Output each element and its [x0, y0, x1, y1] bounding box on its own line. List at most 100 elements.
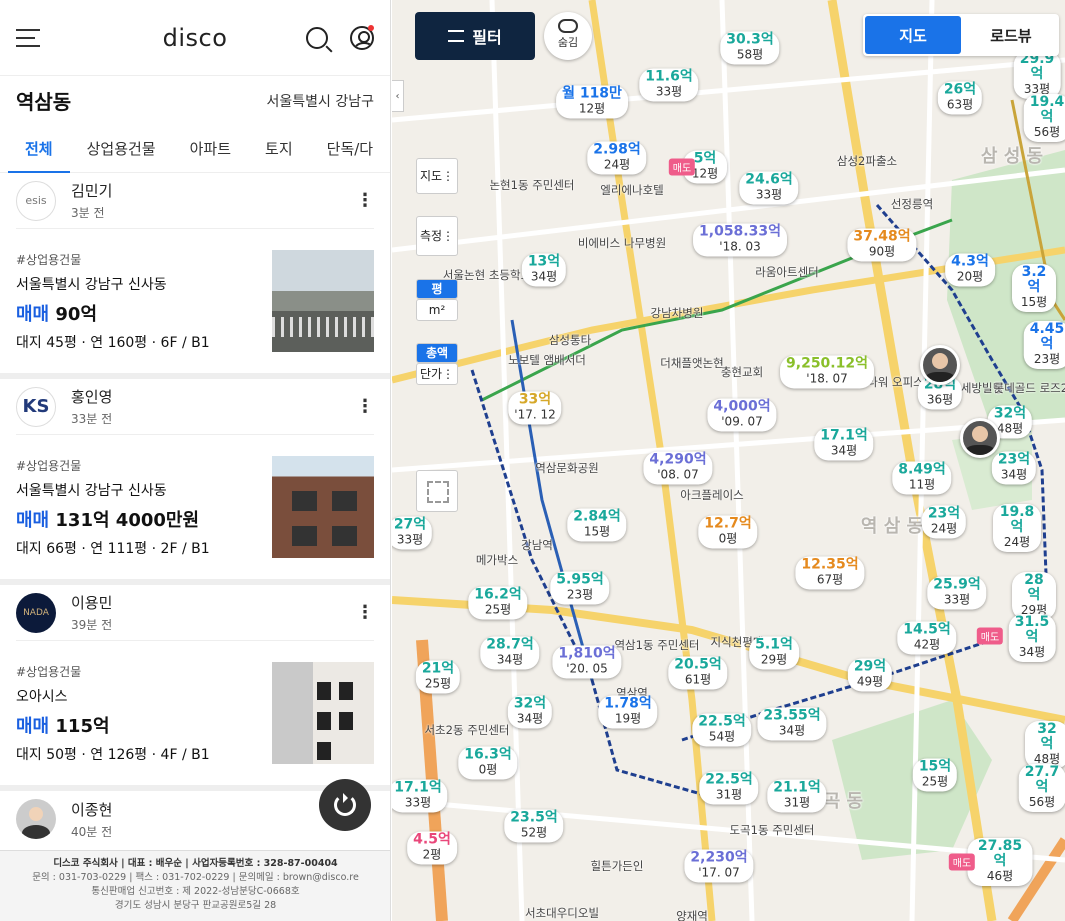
filter-button[interactable]: 필터	[415, 12, 535, 60]
map-type-button[interactable]: 지도⋮	[416, 158, 458, 194]
pin-price: 25.9억	[933, 576, 981, 593]
listing-category: #상업용건물	[16, 252, 82, 267]
collapse-panel-button[interactable]: ‹	[392, 80, 404, 112]
agent-marker[interactable]	[920, 345, 960, 385]
price-pin[interactable]: 32억 34평	[507, 695, 553, 729]
unit-pyeong-button[interactable]: 평	[416, 279, 458, 299]
price-pin[interactable]: 20.5억 61평	[668, 656, 728, 690]
price-pin[interactable]: 32억 48평	[1025, 721, 1065, 769]
refresh-button[interactable]	[319, 779, 371, 831]
price-pin[interactable]: 30.3억 58평	[720, 31, 780, 65]
price-pin[interactable]: 9,250.12억 '18. 07	[780, 355, 874, 389]
price-pin[interactable]: 4.5억 2평	[407, 831, 457, 865]
price-pin[interactable]: 16.3억 0평	[458, 746, 518, 780]
price-pin[interactable]: 23.55억 34평	[757, 707, 827, 741]
price-pin[interactable]: 2,230억 '17. 07	[684, 849, 754, 883]
price-pin[interactable]: 22.5억 31평	[699, 771, 759, 805]
more-options-icon[interactable]: ⋮	[356, 396, 374, 417]
more-options-icon[interactable]: ⋮	[356, 190, 374, 211]
price-pin[interactable]: 4.3억 20평	[945, 253, 995, 287]
price-pin[interactable]: 27.85억 46평	[967, 838, 1033, 886]
price-pin[interactable]: 16.2억 25평	[468, 586, 528, 620]
pin-price: 14.5억	[903, 621, 951, 638]
price-pin[interactable]: 26억 63평	[937, 81, 983, 115]
agent-marker[interactable]	[960, 418, 1000, 458]
price-pin[interactable]: 5.95억 23평	[550, 571, 610, 605]
roadview-button[interactable]: 로드뷰	[963, 14, 1059, 56]
tab-land[interactable]: 토지	[248, 125, 310, 173]
price-pin[interactable]: 1,058.33억 '18. 03	[693, 223, 787, 257]
price-pin[interactable]: 19.8억 24평	[993, 504, 1041, 552]
tab-house[interactable]: 단독/다	[310, 125, 390, 173]
listing-card[interactable]: esis 김민기 3분 전 ⋮ #상업용건물 서울특별시 강남구 신사동 매매 …	[0, 173, 390, 379]
unit-price-button[interactable]: 단가⋮	[416, 363, 458, 385]
pin-price: 4.5억	[413, 831, 451, 848]
price-pin[interactable]: 29억 49평	[847, 658, 893, 692]
listing-photo[interactable]	[272, 456, 374, 558]
listing-photo[interactable]	[272, 250, 374, 352]
price-pin[interactable]: 27.7억 56평	[1018, 764, 1065, 812]
pin-price: 26억	[943, 81, 977, 98]
price-pin[interactable]: 4,290억 '08. 07	[643, 451, 713, 485]
price-pin[interactable]: 월 118만 12평	[556, 85, 628, 119]
price-pin[interactable]: 23.5억 52평	[504, 809, 564, 843]
tab-all[interactable]: 전체	[8, 125, 70, 173]
price-pin[interactable]: 3.2억 15평	[1012, 264, 1056, 312]
tab-apartment[interactable]: 아파트	[173, 125, 248, 173]
price-pin[interactable]: 13억 34평	[521, 253, 567, 287]
price-pin[interactable]: 11.6억 33평	[639, 68, 699, 102]
unit-m2-button[interactable]: m²	[416, 299, 458, 321]
price-pin[interactable]: 1.78억 19평	[598, 695, 658, 729]
price-pin[interactable]: 4,000억 '09. 07	[707, 398, 777, 432]
price-pin[interactable]: 1,810억 '20. 05	[552, 645, 622, 679]
map-view[interactable]: 선정릉역 삼성2파출소 논현1동 주민센터 엘리에나호텔 비에비스 나무병원 서울논현 초…	[392, 0, 1065, 921]
price-pin[interactable]: 15억 25평	[912, 758, 958, 792]
listing-card[interactable]: NADA 이용민 39분 전 ⋮ #상업용건물 오아시스 매매 115억 대지 …	[0, 585, 390, 791]
more-options-icon[interactable]: ⋮	[356, 602, 374, 623]
search-icon[interactable]	[306, 26, 328, 49]
total-price-button[interactable]: 총액	[416, 343, 458, 363]
agent-name: 이용민	[71, 594, 113, 612]
price-pin[interactable]: 2.84억 15평	[567, 508, 627, 542]
price-pin[interactable]: 29.9억 33평	[1013, 51, 1061, 99]
price-pin[interactable]: 25.9억 33평	[927, 576, 987, 610]
price-pin[interactable]: 24.6억 33평	[739, 171, 799, 205]
listing-photo[interactable]	[272, 662, 374, 764]
pin-size: 33평	[404, 795, 432, 810]
price-pin[interactable]: 14.5억 42평	[897, 621, 957, 655]
map-place-label: 강남차병원	[650, 306, 704, 320]
price-pin[interactable]: 4.45억 23평	[1023, 321, 1065, 369]
listing-card[interactable]: KS 홍인영 33분 전 ⋮ #상업용건물 서울특별시 강남구 신사동 매매 1…	[0, 379, 390, 585]
price-pin[interactable]: 21억 25평	[415, 660, 461, 694]
price-pin[interactable]: 31.5억 34평	[1008, 614, 1056, 662]
menu-icon[interactable]	[16, 28, 40, 47]
price-pin[interactable]: 19.4억 56평	[1023, 94, 1065, 142]
listing-price: 매매 90억	[16, 300, 272, 326]
map-place-label: 충현교회	[720, 365, 764, 379]
tab-commercial[interactable]: 상업용건물	[70, 125, 173, 173]
price-pin[interactable]: 17.1억 33평	[392, 779, 448, 813]
price-pin[interactable]: 12.7억 0평	[698, 515, 758, 549]
price-pin[interactable]: 12.35억 67평	[795, 556, 865, 590]
price-pin[interactable]: 33억 '17. 12	[508, 391, 562, 425]
price-pin[interactable]: 17.1억 34평	[814, 427, 874, 461]
price-pin[interactable]: 21.1억 31평	[767, 779, 827, 813]
price-pin[interactable]: 27억 33평	[392, 516, 433, 550]
price-pin[interactable]: 28.7억 34평	[480, 636, 540, 670]
price-pin[interactable]: 37.48억 90평	[847, 228, 917, 262]
price-pin[interactable]: 8.49억 11평	[892, 461, 952, 495]
post-time: 33분 전	[71, 412, 113, 426]
price-pin[interactable]: 22.5억 54평	[692, 713, 752, 747]
price-pin[interactable]: 2.98억 24평	[587, 141, 647, 175]
pin-price: 32억	[1037, 721, 1057, 752]
location-region[interactable]: 서울특별시 강남구	[267, 91, 375, 111]
price-pin[interactable]: 28억 29평	[1012, 572, 1056, 620]
map-view-button[interactable]: 지도	[865, 16, 961, 54]
pin-size: '20. 05	[566, 661, 608, 676]
price-pin[interactable]: 5.1억 29평	[749, 636, 799, 670]
price-pin[interactable]: 23억 24평	[921, 505, 967, 539]
hide-button[interactable]: 숨김	[544, 12, 592, 60]
price-pin[interactable]: 23억 34평	[991, 451, 1037, 485]
area-select-button[interactable]	[416, 470, 458, 512]
measure-button[interactable]: 측정⋮	[416, 216, 458, 256]
